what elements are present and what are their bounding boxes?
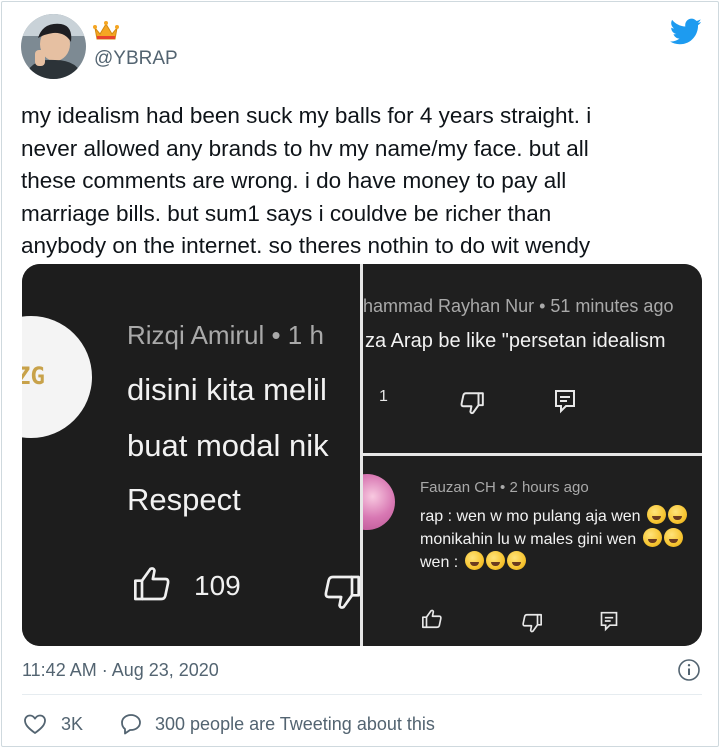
comment-meta: hammad Rayhan Nur • 51 minutes ago	[363, 296, 674, 316]
comment-line: rap : wen w mo pulang aja wen	[420, 505, 688, 526]
tweet-text: my idealism had been suck my balls for 4…	[21, 100, 701, 263]
comment-line: buat modal nik	[127, 428, 329, 463]
comment-line-text: wen :	[420, 554, 459, 571]
rofl-emoji-icon	[485, 551, 505, 570]
commenter-avatar	[363, 474, 395, 530]
comment-line-text: rap : wen w mo pulang aja wen	[420, 508, 641, 525]
comment-like-count: 109	[194, 570, 241, 601]
comment-meta: Fauzan CH • 2 hours ago	[420, 479, 589, 496]
laughing-emoji-icon	[647, 505, 667, 524]
crown-icon	[93, 20, 119, 42]
thumbs-down-icon	[322, 572, 360, 612]
thumbs-down-icon	[459, 390, 485, 416]
comment-line: wen :	[420, 551, 526, 572]
tweet-line: these comments are wrong. i do have mone…	[21, 168, 567, 193]
comment-line: disini kita melil	[127, 372, 327, 407]
tweet-card: @YBRAP my idealism had been suck my ball…	[1, 1, 719, 747]
tweet-line: marriage bills. but sum1 says i couldve …	[21, 200, 552, 226]
comment-line: monikahin lu w males gini wen	[420, 528, 683, 549]
tweet-timestamp[interactable]: 11:42 AM · Aug 23, 2020	[22, 660, 219, 681]
info-icon[interactable]	[677, 658, 701, 682]
speech-bubble-icon[interactable]	[119, 712, 143, 736]
media-image-top-right[interactable]: hammad Rayhan Nur • 51 minutes ago za Ar…	[363, 264, 702, 453]
logo-mark: ZG	[22, 362, 45, 390]
thumbs-up-icon	[132, 564, 172, 604]
tweet-line: never allowed any brands to hv my name/m…	[21, 135, 589, 161]
laughing-emoji-icon	[642, 528, 662, 547]
tweet-line: my idealism had been suck my balls for 4…	[21, 103, 592, 128]
author-handle[interactable]: @YBRAP	[94, 48, 178, 70]
media-collage[interactable]: ZG Rizqi Amirul • 1 h disini kita melil …	[22, 264, 702, 646]
twitter-bird-icon[interactable]	[669, 18, 702, 46]
laughing-emoji-icon	[668, 505, 688, 524]
media-image-bottom-right[interactable]: Fauzan CH • 2 hours ago rap : wen w mo p…	[363, 456, 702, 646]
tweet-line: anybody on the internet. so theres nothi…	[21, 233, 591, 258]
like-count[interactable]: 3K	[61, 714, 83, 735]
comment-like-count: 1	[379, 388, 388, 405]
comment-author: Rizqi Amirul • 1 h	[127, 320, 324, 350]
avatar[interactable]	[21, 14, 86, 79]
heart-icon[interactable]	[23, 713, 47, 735]
reply-icon	[599, 610, 619, 632]
rofl-emoji-icon	[506, 551, 526, 570]
thumbs-down-icon	[521, 612, 543, 634]
comment-line: Respect	[127, 482, 241, 517]
tweeting-about-link[interactable]: 300 people are Tweeting about this	[155, 714, 435, 735]
divider	[22, 694, 702, 695]
laughing-emoji-icon	[663, 528, 683, 547]
reply-icon	[553, 388, 577, 414]
comment-line-text: monikahin lu w males gini wen	[420, 531, 637, 548]
comment-text: za Arap be like "persetan idealism	[365, 330, 666, 352]
rofl-emoji-icon	[464, 551, 484, 570]
media-image-left[interactable]: ZG Rizqi Amirul • 1 h disini kita melil …	[22, 264, 360, 646]
thumbs-up-icon	[421, 608, 443, 630]
